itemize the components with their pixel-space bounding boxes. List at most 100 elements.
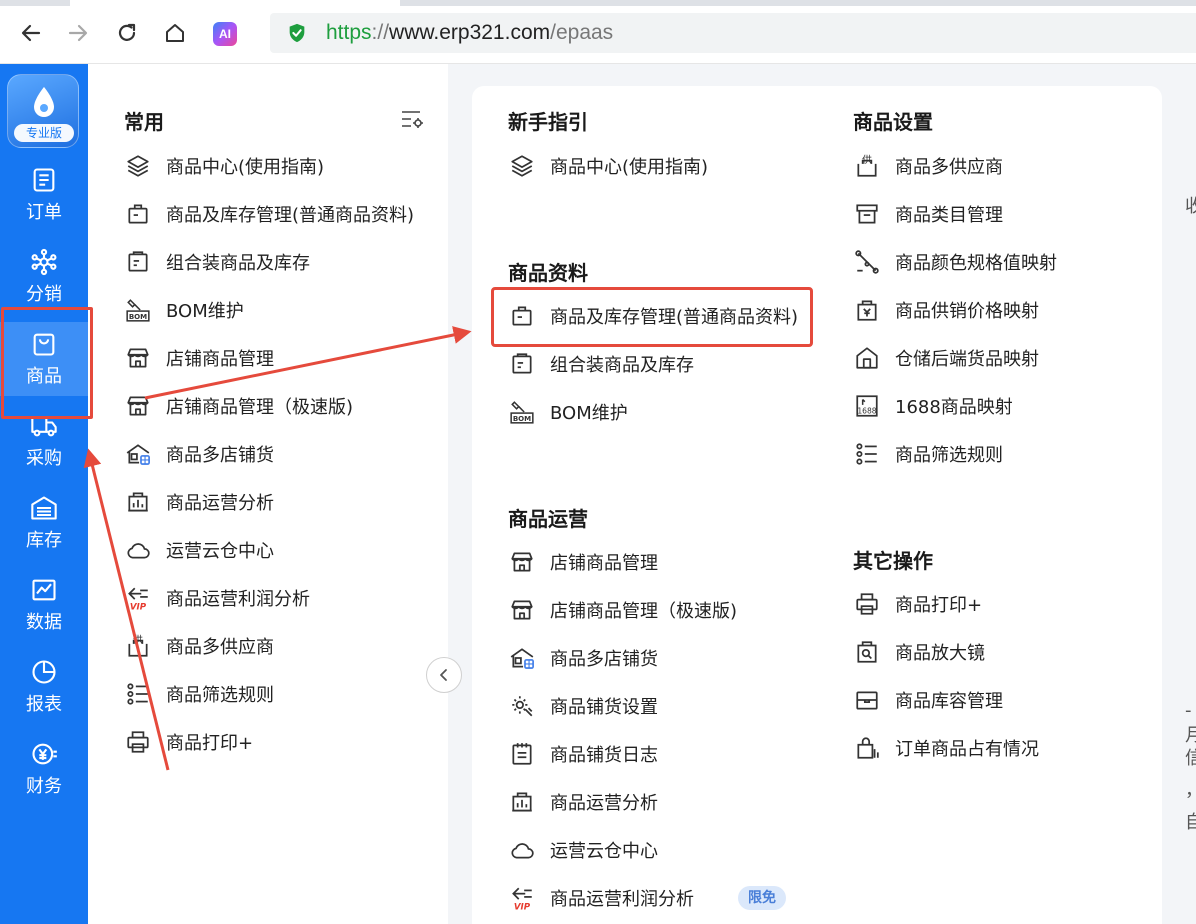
menu-item[interactable]: 店铺商品管理（极速版) (508, 595, 737, 625)
menu-item[interactable]: 仓储后端货品映射 (853, 343, 1039, 373)
favorite-item[interactable]: 商品筛选规则 (124, 679, 274, 709)
section-title-other: 其它操作 (853, 549, 933, 573)
favorite-item-label: 商品运营分析 (166, 493, 274, 514)
sidebar-item-finance[interactable]: 财务 (0, 732, 88, 806)
capacity-box-icon (853, 686, 881, 714)
favorite-item-label: 店铺商品管理（极速版) (166, 397, 354, 418)
sidebar-item-data[interactable]: 数据 (0, 568, 88, 642)
clipboard-icon (124, 248, 152, 276)
collapse-panel-button[interactable] (426, 657, 462, 693)
cloud-icon (508, 836, 536, 864)
free-badge: 限免 (738, 886, 786, 910)
sidebar-item-label: 采购 (26, 448, 62, 469)
favorite-item[interactable]: 组合装商品及库存 (124, 247, 310, 277)
section-title-guide: 新手指引 (508, 110, 588, 134)
menu-item-label: 组合装商品及库存 (550, 355, 694, 376)
favorite-item[interactable]: 商品运营分析 (124, 487, 274, 517)
clipboard-icon (508, 350, 536, 378)
address-bar[interactable]: https://www.erp321.com/epaas (270, 13, 1196, 53)
menu-item-label: 商品运营分析 (550, 793, 658, 814)
menu-item[interactable]: 商品多店铺货 (508, 643, 658, 673)
sidebar-item-label: 财务 (26, 776, 62, 797)
filter-list-icon (853, 440, 881, 468)
home-icon[interactable] (160, 18, 190, 48)
favorite-item[interactable]: 商品多店铺货 (124, 439, 274, 469)
favorite-item[interactable]: 运营云仓中心 (124, 535, 274, 565)
price-tag-icon (853, 296, 881, 324)
filter-list-icon (124, 680, 152, 708)
customize-menu-icon[interactable] (400, 108, 424, 130)
favorite-item[interactable]: BOM维护 (124, 295, 244, 325)
sidebar-item-label: 订单 (26, 202, 62, 223)
forward-icon[interactable] (63, 18, 93, 48)
menu-item-label: 商品多供应商 (895, 157, 1003, 178)
store-icon (124, 392, 152, 420)
menu-item-highlight-box (491, 287, 813, 347)
menu-item[interactable]: 商品多供应商 (853, 151, 1003, 181)
sidebar-item-orders[interactable]: 订单 (0, 158, 88, 232)
active-tab[interactable] (70, 0, 400, 6)
spec-mapping-icon (853, 248, 881, 276)
menu-item[interactable]: 商品运营分析 (508, 787, 658, 817)
occupancy-bag-icon (853, 734, 881, 762)
sidebar-item-inventory[interactable]: 库存 (0, 486, 88, 560)
menu-item[interactable]: 运营云仓中心 (508, 835, 658, 865)
section-title-product-ops: 商品运营 (508, 507, 588, 531)
water-drop-logo-icon (34, 87, 54, 117)
layers-icon (508, 152, 536, 180)
menu-item[interactable]: 商品库容管理 (853, 685, 1003, 715)
favorite-item-label: 商品中心(使用指南) (166, 157, 325, 178)
menu-item-label: 商品颜色规格值映射 (895, 253, 1057, 274)
menu-item[interactable]: 商品筛选规则 (853, 439, 1003, 469)
url-separator: :// (371, 21, 390, 44)
app-logo[interactable]: 专业版 (7, 74, 79, 148)
background-text: 信 (1185, 748, 1196, 769)
back-icon[interactable] (16, 18, 46, 48)
favorite-item-label: 组合装商品及库存 (166, 253, 310, 274)
store-icon (508, 548, 536, 576)
sidebar-item-label: 库存 (26, 530, 62, 551)
menu-item[interactable]: 商品铺货设置 (508, 691, 658, 721)
menu-item[interactable]: 商品铺货日志 (508, 739, 658, 769)
menu-item[interactable]: 商品打印+ (853, 589, 982, 619)
warehouse-icon (31, 496, 57, 520)
favorite-item[interactable]: 商品中心(使用指南) (124, 151, 324, 181)
menu-item[interactable]: 商品颜色规格值映射 (853, 247, 1057, 277)
favorite-item-label: 店铺商品管理 (166, 349, 274, 370)
reload-icon[interactable] (112, 18, 142, 48)
menu-item-label: 商品供销价格映射 (895, 301, 1039, 322)
favorite-item[interactable]: 商品打印+ (124, 727, 253, 757)
favorite-item[interactable]: 商品多供应商 (124, 631, 274, 661)
bom-tool-icon (124, 296, 152, 324)
favorite-item[interactable]: 店铺商品管理（极速版) (124, 391, 353, 421)
menu-item[interactable]: 商品运营利润分析 限免 (508, 883, 786, 913)
ai-assistant-icon[interactable]: AI (213, 22, 237, 46)
sidebar-item-label: 分销 (26, 284, 62, 305)
favorite-item[interactable]: 商品及库存管理(普通商品资料) (124, 199, 414, 229)
favorite-item[interactable]: 商品运营利润分析 (124, 583, 310, 613)
menu-item[interactable]: 店铺商品管理 (508, 547, 658, 577)
edition-label: 专业版 (14, 124, 74, 142)
sidebar-item-reports[interactable]: 报表 (0, 650, 88, 724)
menu-item[interactable]: 组合装商品及库存 (508, 349, 694, 379)
browser-toolbar: AI https://www.erp321.com/epaas (0, 0, 1196, 64)
menu-item[interactable]: 商品供销价格映射 (853, 295, 1039, 325)
sidebar-item-distribution[interactable]: 分销 (0, 240, 88, 314)
favorite-item-label: 商品筛选规则 (166, 685, 274, 706)
printer-icon (853, 590, 881, 618)
menu-item[interactable]: 订单商品占有情况 (853, 733, 1039, 763)
menu-item[interactable]: 商品放大镜 (853, 637, 985, 667)
magnifier-icon (853, 638, 881, 666)
menu-item[interactable]: 1688商品映射 (853, 391, 1013, 421)
menu-item-label: 商品类目管理 (895, 205, 1003, 226)
menu-item[interactable]: 商品类目管理 (853, 199, 1003, 229)
menu-item[interactable]: 商品中心(使用指南) (508, 151, 708, 181)
favorite-item-label: 商品运营利润分析 (166, 589, 310, 610)
url-scheme: https (326, 21, 372, 44)
url-text[interactable]: https://www.erp321.com/epaas (326, 21, 613, 45)
menu-item-label: 运营云仓中心 (550, 841, 658, 862)
cloud-icon (124, 536, 152, 564)
menu-item[interactable]: BOM维护 (508, 397, 628, 427)
favorite-item[interactable]: 店铺商品管理 (124, 343, 274, 373)
category-icon (853, 200, 881, 228)
